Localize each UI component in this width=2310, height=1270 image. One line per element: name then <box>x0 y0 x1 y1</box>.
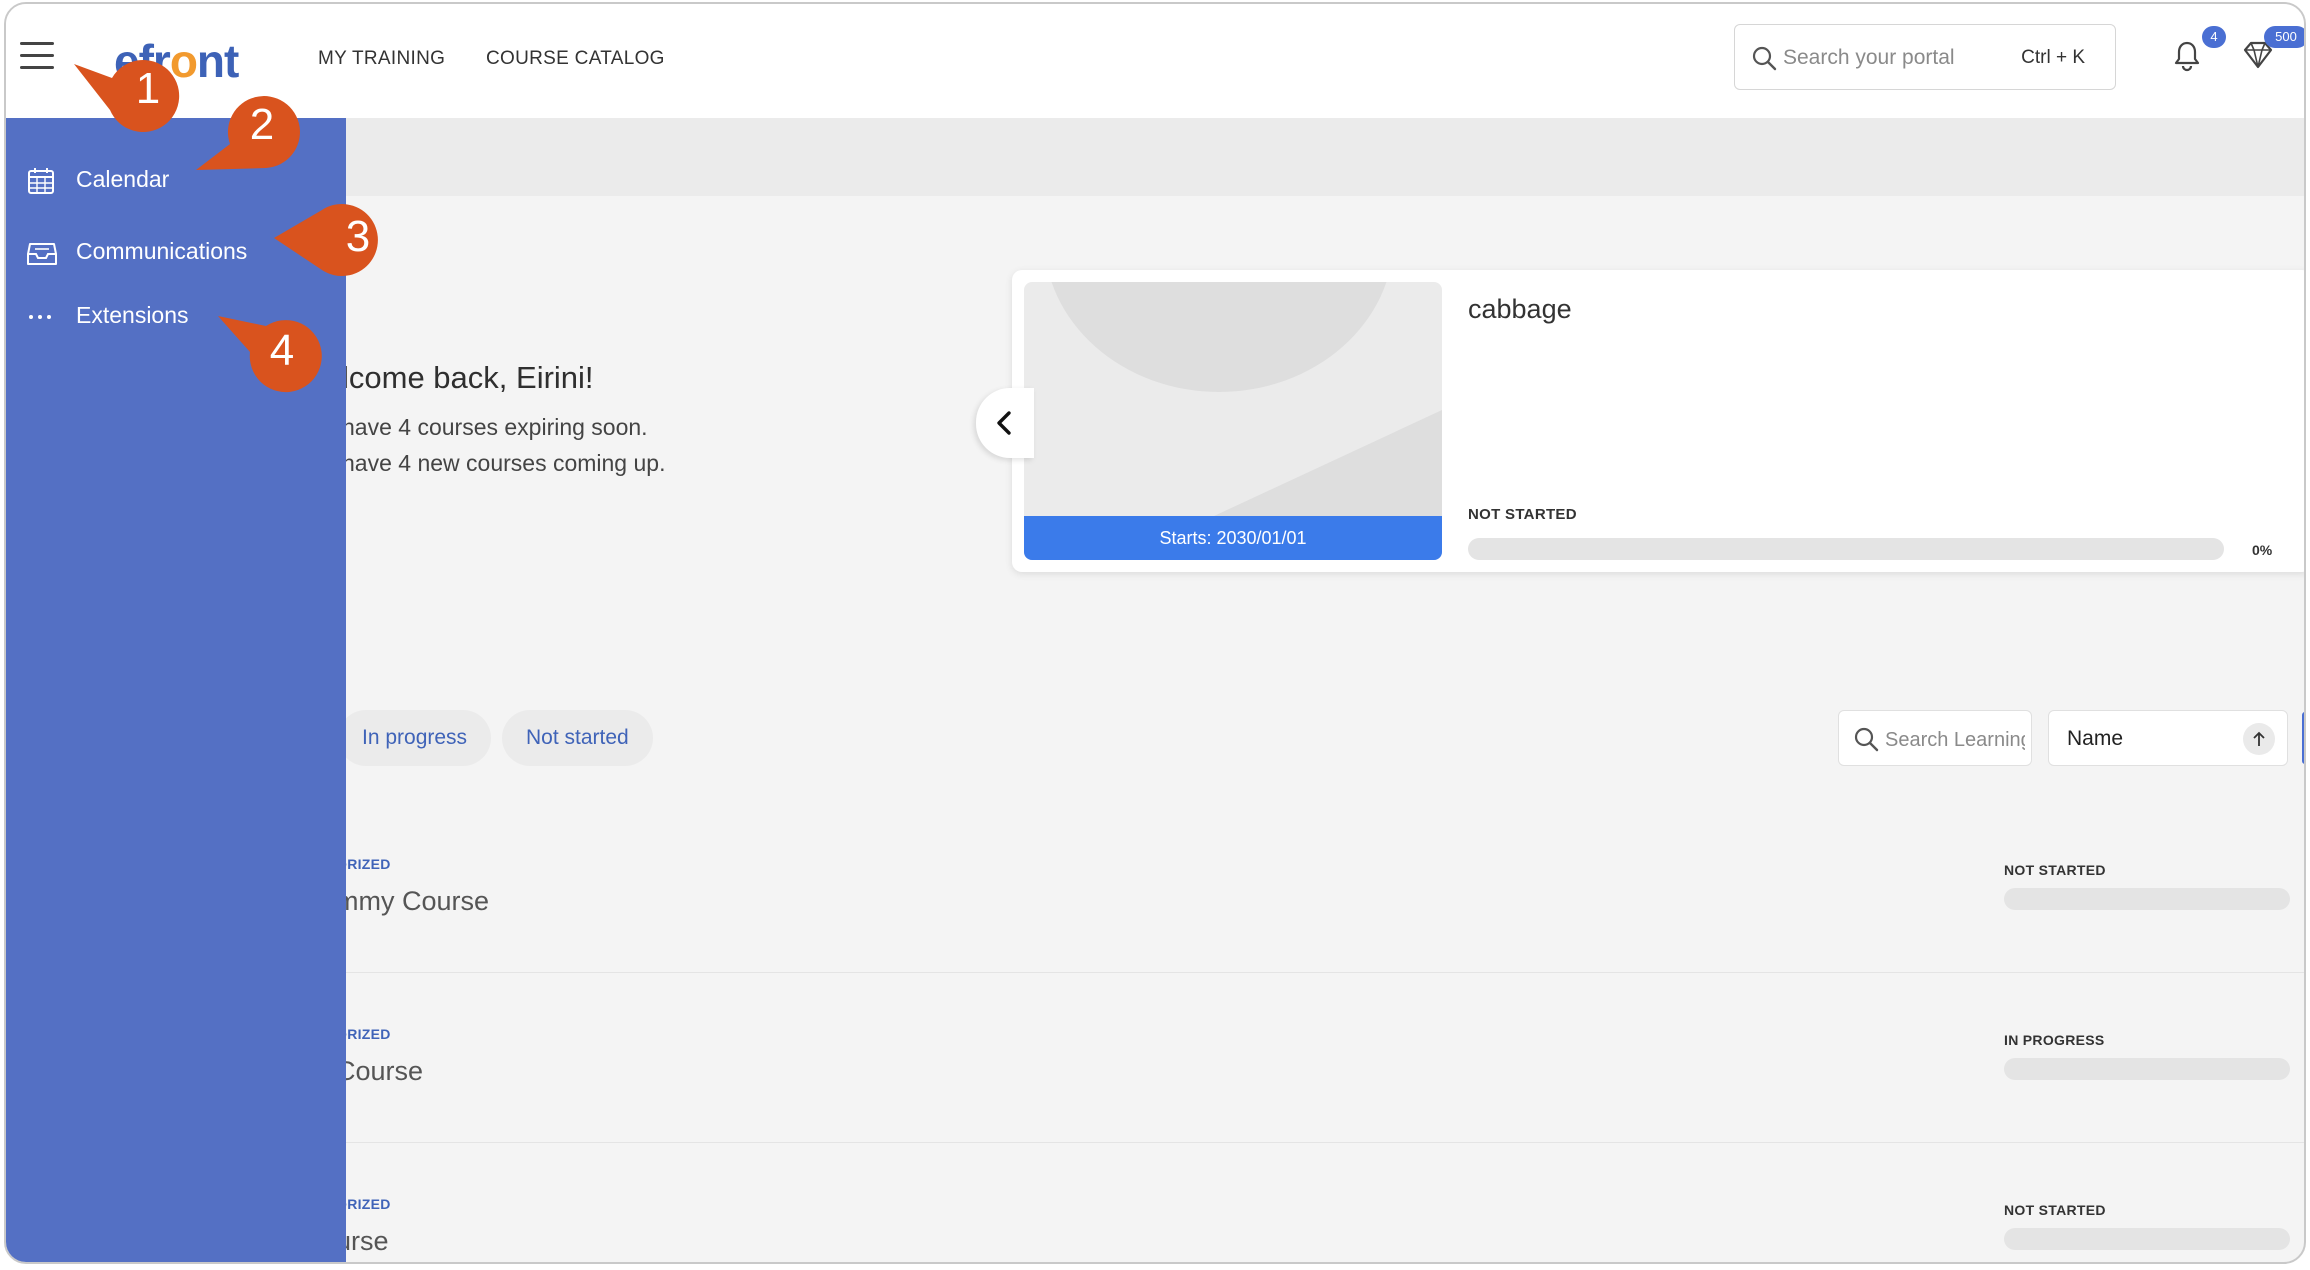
course-status: NOT STARTED <box>2004 1202 2106 1218</box>
notifications-button[interactable]: 4 <box>2172 26 2226 77</box>
sort-select[interactable]: Name <box>2048 710 2288 766</box>
course-card-status: NOT STARTED <box>1468 506 1577 523</box>
search-icon <box>1854 727 1879 752</box>
welcome-title: lcome back, Eirini! <box>342 360 594 395</box>
callout-marker-2: 2 <box>192 90 312 181</box>
sidebar-item-label: Extensions <box>76 302 189 328</box>
app-window: efront MY TRAINING COURSE CATALOG Ctrl +… <box>4 2 2306 1264</box>
sort-label: Name <box>2067 727 2124 750</box>
carousel-prev-button[interactable] <box>976 388 1034 458</box>
top-header: efront MY TRAINING COURSE CATALOG Ctrl +… <box>6 4 2304 118</box>
course-card-title[interactable]: cabbage <box>1468 294 1572 325</box>
sidebar-menu: Calendar Communications Extensions <box>6 118 346 1262</box>
menu-toggle-icon[interactable] <box>20 42 54 70</box>
nav-my-training[interactable]: MY TRAINING <box>318 48 445 70</box>
course-name[interactable]: Course <box>336 1056 423 1087</box>
filter-not-started[interactable]: Not started <box>502 710 653 766</box>
portal-search[interactable]: Ctrl + K <box>1734 24 2116 90</box>
sidebar-item-label: Calendar <box>76 166 170 192</box>
sidebar-item-label: Communications <box>76 238 248 264</box>
course-progress-bar <box>2004 1058 2290 1080</box>
callout-marker-4: 4 <box>214 312 334 405</box>
page-banner <box>6 118 2304 196</box>
chevron-left-icon <box>997 411 1011 435</box>
learning-search[interactable] <box>1838 710 2032 766</box>
filter-in-progress[interactable]: In progress <box>338 710 492 766</box>
welcome-upcoming-text: have 4 new courses coming up. <box>342 450 666 476</box>
notifications-badge: 4 <box>2202 26 2226 48</box>
course-card-progress-bar <box>1468 538 2224 560</box>
course-progress-bar <box>2004 888 2290 910</box>
portal-search-input[interactable] <box>1781 37 2005 79</box>
search-shortcut-hint: Ctrl + K <box>2021 47 2085 68</box>
course-thumbnail: Starts: 2030/01/01 <box>1024 282 1442 560</box>
points-badge: 500 <box>2264 26 2304 48</box>
sort-direction-button[interactable] <box>2243 723 2275 755</box>
search-icon <box>1752 46 1777 71</box>
course-row[interactable]: ORIZED urse NOT STARTED <box>6 1142 2304 1262</box>
points-button[interactable]: 500 <box>2242 26 2304 75</box>
bell-icon <box>2174 41 2200 72</box>
callout-marker-3: 3 <box>270 200 400 285</box>
nav-course-catalog[interactable]: COURSE CATALOG <box>486 48 665 70</box>
course-status: IN PROGRESS <box>2004 1032 2105 1048</box>
arrow-up-icon <box>2253 731 2265 746</box>
course-name[interactable]: mmy Course <box>336 886 489 917</box>
learning-search-input[interactable] <box>1883 721 2027 759</box>
course-status: NOT STARTED <box>2004 862 2106 878</box>
view-toggle-edge[interactable] <box>2302 712 2304 764</box>
course-row[interactable]: ORIZED mmy Course NOT STARTED <box>6 802 2304 973</box>
course-card[interactable]: Starts: 2030/01/01 cabbage NOT STARTED 0… <box>1012 270 2304 572</box>
welcome-expiring-text: have 4 courses expiring soon. <box>342 414 648 440</box>
callout-marker-1: 1 <box>70 56 200 141</box>
more-horizontal-icon <box>29 315 51 319</box>
course-card-progress-label: 0% <box>2252 542 2273 558</box>
inbox-icon <box>27 243 57 265</box>
calendar-icon <box>28 168 54 194</box>
course-progress-bar <box>2004 1228 2290 1250</box>
course-start-date: Starts: 2030/01/01 <box>1024 516 1442 560</box>
course-row[interactable]: ORIZED Course IN PROGRESS <box>6 972 2304 1143</box>
